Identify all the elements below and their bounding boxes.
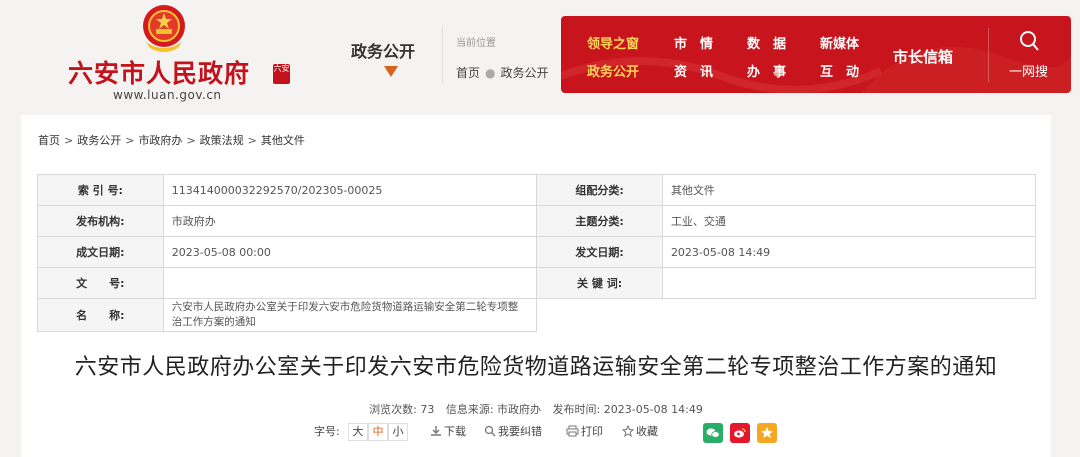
created-date-value: 2023-05-08 00:00 [162, 236, 538, 268]
download-label: 下载 [444, 425, 466, 438]
print-button[interactable]: 打印 [566, 422, 603, 444]
document-meta: 浏览次数: 73 信息来源: 市政府办 发布时间: 2023-05-08 14:… [21, 401, 1051, 417]
nav-item-interaction[interactable]: 互 动 [820, 61, 859, 80]
site-header: 六安市人民政府 六安 www.luan.gov.cn 政务公开 当前位置 首页 ●… [0, 0, 1080, 112]
topic-value: 工业、交通 [661, 205, 1037, 237]
report-error-button[interactable]: 我要纠错 [484, 422, 542, 444]
content-panel: 首页 > 政务公开 > 市政府办 > 政策法规 > 其他文件 索 引 号: 1134140000… [21, 115, 1051, 457]
info-source: 信息来源: 市政府办 [445, 403, 542, 416]
location-title: 当前位置 [456, 38, 496, 49]
font-size-large-button[interactable]: 大 [348, 423, 368, 441]
nav-item-leaders[interactable]: 领导之窗 [587, 33, 639, 52]
nav-divider [988, 28, 989, 82]
publisher-label: 发布机构: [37, 205, 164, 237]
created-date-label: 成文日期: [37, 236, 164, 268]
location-home-link[interactable]: 首页 [456, 66, 480, 80]
site-url[interactable]: www.luan.gov.cn [113, 88, 222, 102]
table-row: 发布机构: 市政府办 主题分类: 工业、交通 [37, 205, 1037, 237]
view-count: 浏览次数: 73 [369, 403, 435, 416]
nav-search-label[interactable]: 一网搜 [1009, 61, 1048, 80]
published-date-label: 发文日期: [536, 236, 663, 268]
download-button[interactable]: 下载 [430, 422, 466, 444]
nav-item-data[interactable]: 数 据 [747, 33, 786, 52]
doc-no-value [162, 267, 538, 299]
breadcrumb-policy[interactable]: 政策法规 [200, 134, 244, 147]
published-date-value: 2023-05-08 14:49 [661, 236, 1037, 268]
keywords-value [661, 267, 1037, 299]
nav-item-city-info[interactable]: 市 情 [674, 33, 713, 52]
section-title: 政务公开 [351, 42, 416, 61]
nav-item-news[interactable]: 资 讯 [674, 61, 713, 80]
publisher-value: 市政府办 [162, 205, 538, 237]
breadcrumb: 首页 > 政务公开 > 市政府办 > 政策法规 > 其他文件 [38, 134, 305, 147]
wechat-share-icon[interactable] [703, 423, 723, 443]
document-title: 六安市人民政府办公室关于印发六安市危险货物道路运输安全第二轮专项整治工作方案的通… [74, 355, 998, 380]
section-arrow-icon [384, 66, 398, 77]
qzone-share-icon[interactable] [757, 423, 777, 443]
table-row: 成文日期: 2023-05-08 00:00 发文日期: 2023-05-08 … [37, 236, 1037, 268]
location-dot-icon: ● [485, 66, 496, 80]
weibo-share-icon[interactable] [730, 423, 750, 443]
breadcrumb-home[interactable]: 首页 [38, 134, 60, 147]
national-emblem-icon [143, 5, 185, 52]
index-no-label: 索 引 号: [37, 174, 164, 206]
table-row: 索 引 号: 113414000032292570/202305-00025 组… [37, 174, 1037, 206]
topic-label: 主题分类: [536, 205, 663, 237]
keywords-label: 关 键 词: [536, 267, 663, 299]
location-current-link[interactable]: 政务公开 [501, 66, 549, 80]
document-info-table: 索 引 号: 113414000032292570/202305-00025 组… [37, 174, 1037, 332]
magnifier-icon [484, 425, 496, 437]
seal-logo: 六安 [273, 64, 290, 84]
nav-item-gov-affairs[interactable]: 政务公开 [587, 61, 639, 80]
doc-name-value: 六安市人民政府办公室关于印发六安市危险货物道路运输安全第二轮专项整治工作方案的通… [162, 298, 538, 332]
site-name[interactable]: 六安市人民政府 [68, 54, 250, 90]
location-path: 首页 ● 政务公开 [456, 64, 549, 81]
nav-item-new-media[interactable]: 新媒体 [820, 33, 859, 52]
table-row: 名 称: 六安市人民政府办公室关于印发六安市危险货物道路运输安全第二轮专项整治工… [37, 298, 1036, 332]
download-icon [431, 426, 441, 436]
header-divider [442, 26, 443, 84]
doc-no-label: 文 号: [37, 267, 164, 299]
search-icon[interactable] [1019, 30, 1039, 52]
nav-background-pattern [561, 36, 1071, 93]
print-icon [566, 425, 579, 437]
breadcrumb-other-docs[interactable]: 其他文件 [261, 134, 305, 147]
nav-item-mayor-mailbox[interactable]: 市长信箱 [893, 46, 953, 67]
category-value: 其他文件 [661, 174, 1037, 206]
category-label: 组配分类: [536, 174, 663, 206]
index-no-value: 113414000032292570/202305-00025 [162, 174, 538, 206]
font-size-label: 字号: [314, 425, 340, 438]
breadcrumb-gov-office[interactable]: 市政府办 [138, 134, 182, 147]
font-size-medium-button[interactable]: 中 [368, 423, 388, 441]
star-icon [621, 424, 635, 438]
main-nav: 领导之窗 市 情 数 据 新媒体 市长信箱 政务公开 资 讯 办 事 互 动 一… [561, 16, 1071, 93]
report-error-label: 我要纠错 [498, 425, 542, 438]
favorite-label: 收藏 [636, 425, 658, 438]
doc-name-label: 名 称: [37, 298, 164, 332]
font-size-small-button[interactable]: 小 [388, 423, 408, 441]
table-row: 文 号: 关 键 词: [37, 267, 1037, 299]
publish-time: 发布时间: 2023-05-08 14:49 [552, 403, 703, 416]
nav-item-services[interactable]: 办 事 [747, 61, 786, 80]
favorite-button[interactable]: 收藏 [621, 422, 658, 444]
print-label: 打印 [581, 425, 603, 438]
breadcrumb-gov-affairs[interactable]: 政务公开 [77, 134, 121, 147]
